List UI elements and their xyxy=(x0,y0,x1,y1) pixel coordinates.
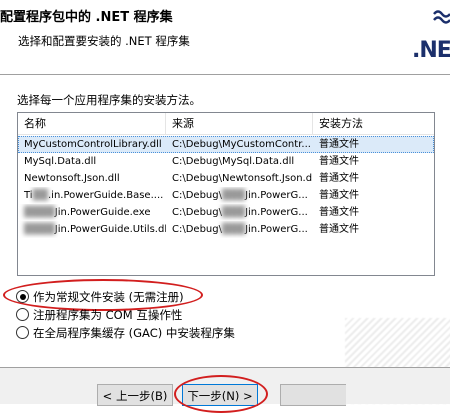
row-source: C:\Debug\███Jin.PowerG... xyxy=(166,221,313,238)
assembly-list[interactable]: 名称 来源 安装方法 MyCustomControlLibrary.dll C:… xyxy=(17,112,435,276)
header-divider xyxy=(0,74,450,75)
row-source-rest: Jin.PowerG... xyxy=(245,190,308,201)
row-name-prefix: Ti xyxy=(24,190,33,201)
row-source-rest: Jin.PowerG... xyxy=(245,224,308,235)
redacted-block: ████ xyxy=(24,224,55,235)
row-source: C:\Debug\███Jin.PowerG... xyxy=(166,187,313,204)
page-subtitle: 选择和配置要安装的 .NET 程序集 xyxy=(18,34,190,48)
page-title: 配置程序包中的 .NET 程序集 xyxy=(0,10,173,25)
row-name: ████Jin.PowerGuide.Utils.dll xyxy=(18,221,166,238)
row-name: ████Jin.PowerGuide.exe xyxy=(18,204,166,221)
back-button[interactable]: < 上一步(B) xyxy=(97,384,173,406)
list-header: 名称 来源 安装方法 xyxy=(18,113,434,135)
partial-button[interactable] xyxy=(280,384,346,406)
redacted-block: ███ xyxy=(221,207,246,218)
option-label: 在全局程序集缓存 (GAC) 中安装程序集 xyxy=(33,326,235,340)
table-row[interactable]: ████Jin.PowerGuide.Utils.dll C:\Debug\██… xyxy=(18,221,434,238)
column-method-header[interactable]: 安装方法 xyxy=(313,113,434,134)
redacted-block: ███ xyxy=(221,224,246,235)
row-source: C:\Debug\███Jin.PowerG... xyxy=(166,204,313,221)
row-source: C:\Debug\MyCustomContr... xyxy=(172,139,311,150)
row-name-rest: Jin.PowerGuide.exe xyxy=(54,207,151,218)
row-method: 普通文件 xyxy=(319,224,359,235)
highlight-oval xyxy=(174,375,268,413)
redacted-block: ██ xyxy=(32,190,48,201)
column-source-header[interactable]: 来源 xyxy=(166,113,313,134)
logo-waves-icon xyxy=(433,10,450,24)
table-row[interactable]: ████Jin.PowerGuide.exe C:\Debug\███Jin.P… xyxy=(18,204,434,221)
row-name: Ti██.in.PowerGuide.Base.... xyxy=(18,187,166,204)
column-name-header[interactable]: 名称 xyxy=(18,113,166,134)
wizard-header: 配置程序包中的 .NET 程序集 选择和配置要安装的 .NET 程序集 .NE xyxy=(0,0,450,74)
row-source-prefix: C:\Debug\ xyxy=(172,224,222,235)
redacted-block: ███ xyxy=(221,190,246,201)
dotnet-logo: .NE xyxy=(412,8,450,66)
row-source-prefix: C:\Debug\ xyxy=(172,207,222,218)
row-method: 普通文件 xyxy=(319,190,359,201)
row-method: 普通文件 xyxy=(319,156,359,167)
row-name-rest: Jin.PowerGuide.Utils.dll xyxy=(54,224,166,235)
row-source-prefix: C:\Debug\ xyxy=(172,190,222,201)
instruction-label: 选择每一个应用程序集的安装方法。 xyxy=(17,93,201,107)
table-row[interactable]: MyCustomControlLibrary.dll C:\Debug\MyCu… xyxy=(18,136,434,153)
logo-text: .NE xyxy=(412,38,450,63)
option-gac[interactable]: 在全局程序集缓存 (GAC) 中安装程序集 xyxy=(16,325,235,341)
redacted-block: ████ xyxy=(24,207,55,218)
row-source: C:\Debug\MySql.Data.dll xyxy=(172,156,295,167)
row-name: MySql.Data.dll xyxy=(24,156,97,167)
table-row[interactable]: MySql.Data.dll C:\Debug\MySql.Data.dll 普… xyxy=(18,153,434,170)
row-source-rest: Jin.PowerG... xyxy=(245,207,308,218)
row-name: MyCustomControlLibrary.dll xyxy=(24,139,162,150)
option-label: 注册程序集为 COM 互操作性 xyxy=(33,308,183,322)
table-row[interactable]: Newtonsoft.Json.dll C:\Debug\Newtonsoft.… xyxy=(18,170,434,187)
row-method: 普通文件 xyxy=(319,173,359,184)
option-com-interop[interactable]: 注册程序集为 COM 互操作性 xyxy=(16,307,182,323)
radio-unchecked-icon[interactable] xyxy=(16,308,29,321)
radio-unchecked-icon[interactable] xyxy=(16,326,29,339)
row-method: 普通文件 xyxy=(319,207,359,218)
row-name-rest: .in.PowerGuide.Base.... xyxy=(47,190,164,201)
row-source: C:\Debug\Newtonsoft.Json.dll xyxy=(172,173,313,184)
table-row[interactable]: Ti██.in.PowerGuide.Base.... C:\Debug\███… xyxy=(18,187,434,204)
row-method: 普通文件 xyxy=(319,139,359,150)
row-name: Newtonsoft.Json.dll xyxy=(24,173,120,184)
